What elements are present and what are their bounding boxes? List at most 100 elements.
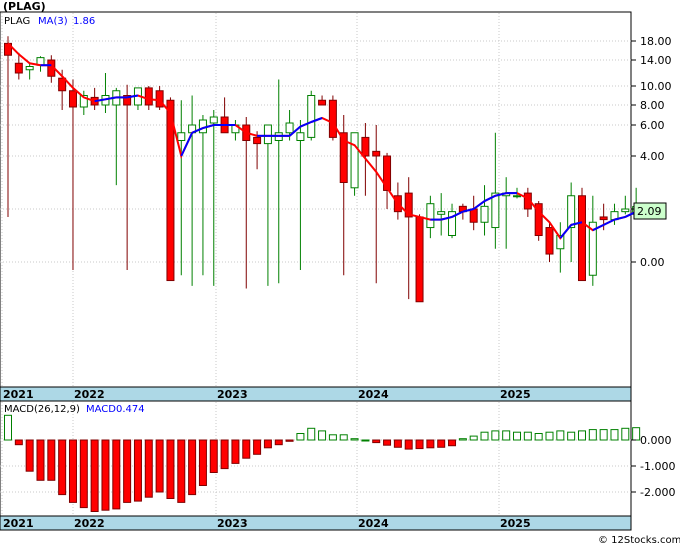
macd-legend-value: 0.474 bbox=[116, 404, 145, 415]
macd-bar bbox=[588, 429, 597, 441]
macd-bar bbox=[577, 430, 586, 441]
macd-bar bbox=[393, 439, 402, 448]
macd-bar bbox=[68, 439, 77, 503]
candle-body bbox=[577, 195, 586, 282]
candle-body bbox=[177, 132, 186, 141]
macd-bar bbox=[545, 431, 554, 441]
price-year-label: 2023 bbox=[217, 388, 248, 401]
macd-bar bbox=[242, 439, 251, 459]
macd-bar bbox=[458, 438, 467, 441]
macd-bar bbox=[361, 439, 370, 442]
chart-title: (PLAG) bbox=[3, 0, 46, 13]
price-tick-label: 10.00 bbox=[640, 80, 672, 93]
candle-body bbox=[14, 62, 23, 74]
price-tick-label: 8.00 bbox=[640, 99, 665, 112]
macd-bar bbox=[383, 439, 392, 446]
macd-bar bbox=[274, 439, 283, 446]
candle-body bbox=[318, 99, 327, 106]
macd-bar bbox=[480, 431, 489, 441]
price-year-label: 2022 bbox=[74, 388, 105, 401]
macd-bar bbox=[188, 439, 197, 496]
macd-axis: 0.000 -1.000 -2.000 bbox=[631, 434, 675, 499]
macd-legend-label: MACD(26,12,9) bbox=[4, 404, 80, 415]
candle-body bbox=[263, 124, 272, 145]
macd-year-label: 2022 bbox=[74, 517, 105, 530]
candle-body bbox=[68, 90, 77, 108]
candle-body bbox=[350, 132, 359, 189]
macd-bar bbox=[198, 439, 207, 486]
macd-bar bbox=[426, 439, 435, 449]
price-tick-label: 14.00 bbox=[640, 54, 672, 67]
macd-bar bbox=[123, 439, 132, 503]
macd-bar bbox=[209, 439, 218, 473]
macd-bar bbox=[133, 439, 142, 502]
macd-bar bbox=[318, 430, 327, 441]
candle-body bbox=[437, 211, 446, 215]
macd-bar bbox=[4, 414, 12, 441]
macd-bar bbox=[632, 427, 641, 441]
macd-bar bbox=[502, 430, 511, 441]
candle-body bbox=[480, 205, 489, 223]
macd-bar bbox=[469, 435, 478, 441]
candle-body bbox=[372, 150, 381, 157]
macd-bar bbox=[415, 439, 424, 450]
legend-symbol: PLAG bbox=[4, 16, 30, 27]
candle bbox=[577, 187, 586, 282]
candle-body bbox=[491, 192, 500, 229]
macd-bar bbox=[14, 439, 23, 446]
macd-bar bbox=[177, 439, 186, 503]
macd-bar bbox=[610, 429, 619, 441]
candle bbox=[415, 214, 424, 303]
candle-body bbox=[144, 87, 153, 106]
candle-body bbox=[469, 208, 478, 223]
watermark: © 12Stocks.com bbox=[598, 535, 680, 546]
macd-bar bbox=[166, 439, 175, 499]
last-price-label: 2.09 bbox=[637, 205, 662, 218]
macd-tick-label: -1.000 bbox=[640, 460, 675, 473]
macd-bar bbox=[513, 431, 522, 441]
macd-bar bbox=[253, 439, 262, 455]
macd-bar bbox=[599, 429, 608, 441]
candle-body bbox=[328, 99, 337, 138]
stock-chart: 18.0014.0010.008.006.004.002.000.00 2.09… bbox=[0, 0, 680, 546]
price-tick-label: 4.00 bbox=[640, 150, 665, 163]
legend-ma-name: MA(3) bbox=[38, 16, 68, 27]
candle-body bbox=[513, 195, 522, 198]
price-legend: PLAG MA(3) 1.86 bbox=[4, 16, 95, 27]
macd-bar bbox=[285, 439, 294, 442]
macd-bar bbox=[328, 434, 337, 441]
candle-body bbox=[567, 195, 576, 229]
macd-bar bbox=[523, 431, 532, 441]
candle-body bbox=[599, 216, 608, 221]
price-axis: 18.0014.0010.008.006.004.002.000.00 bbox=[631, 35, 672, 269]
macd-year-label: 2023 bbox=[217, 517, 248, 530]
macd-year-label: 2025 bbox=[500, 517, 531, 530]
macd-bar bbox=[404, 439, 413, 450]
candle-body bbox=[415, 216, 424, 303]
macd-bar bbox=[621, 427, 630, 441]
macd-legend-indicator: MACD bbox=[86, 404, 116, 415]
macd-bar bbox=[79, 439, 88, 509]
price-tick-label: 0.00 bbox=[640, 256, 665, 269]
macd-bar bbox=[437, 439, 446, 448]
macd-bar bbox=[263, 439, 272, 449]
price-panel: 18.0014.0010.008.006.004.002.000.00 2.09 bbox=[0, 11, 672, 388]
macd-bar bbox=[491, 430, 500, 441]
macd-bar bbox=[155, 439, 164, 493]
macd-bar bbox=[567, 431, 576, 441]
macd-bar bbox=[47, 439, 56, 481]
candle-body bbox=[25, 66, 34, 71]
macd-bar bbox=[372, 439, 381, 444]
candle-body bbox=[209, 116, 218, 124]
macd-tick-label: -2.000 bbox=[640, 486, 675, 499]
candle-body bbox=[545, 227, 554, 255]
macd-bar bbox=[339, 434, 348, 441]
candle-body bbox=[166, 99, 175, 282]
candle-body bbox=[426, 203, 435, 229]
candle-body bbox=[307, 95, 316, 138]
candle bbox=[534, 201, 543, 241]
price-tick-label: 18.00 bbox=[640, 35, 672, 48]
candle-body bbox=[253, 136, 262, 145]
macd-bar bbox=[101, 439, 110, 511]
candle-body bbox=[285, 122, 294, 134]
